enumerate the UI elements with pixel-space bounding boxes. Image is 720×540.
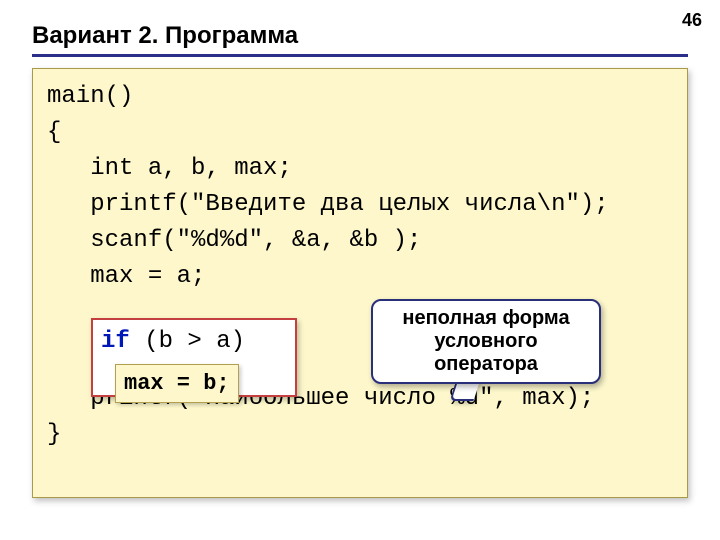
if-keyword: if — [101, 328, 130, 355]
if-condition-line: if (b > a) — [101, 324, 287, 360]
code-line-5: scanf("%d%d", &a, &b ); — [47, 223, 673, 259]
callout-line-1: неполная форма — [383, 307, 589, 330]
if-condition: (b > a) — [130, 328, 245, 355]
title-underline — [32, 54, 688, 57]
code-line-3: int a, b, max; — [47, 151, 673, 187]
code-line-2: { — [47, 115, 673, 151]
code-line-9: } — [47, 417, 673, 453]
callout-line-2: условного — [383, 330, 589, 353]
if-highlight-box: if (b > a) max = b; — [91, 318, 297, 397]
code-line-1: main() — [47, 79, 673, 115]
if-body-box: max = b; — [115, 364, 239, 403]
code-line-6: max = a; — [47, 259, 673, 295]
callout-line-3: оператора — [383, 353, 589, 376]
page-number: 46 — [682, 10, 702, 31]
callout-bubble: неполная форма условного оператора — [371, 299, 601, 384]
code-block: main() { int a, b, max; printf("Введите … — [32, 68, 688, 498]
slide-title: Вариант 2. Программа — [32, 22, 298, 50]
code-line-4: printf("Введите два целых числа\n"); — [47, 187, 673, 223]
